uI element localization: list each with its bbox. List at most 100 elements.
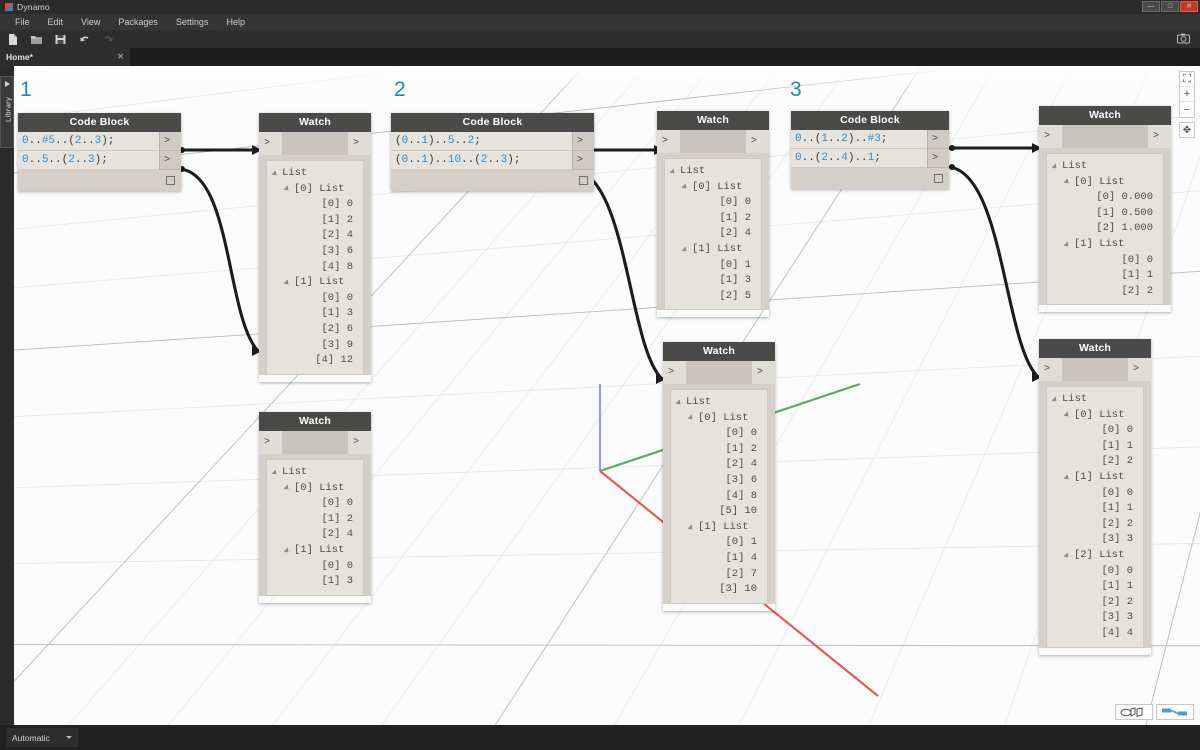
pan-tool-icon[interactable]: ✥	[1179, 122, 1195, 138]
node-watch-4[interactable]: Watch > > List [0] List [0] 0	[663, 342, 775, 611]
code-line-1[interactable]: 0..(1..2)..#3;	[791, 130, 927, 149]
expand-triangle-icon[interactable]	[283, 279, 290, 286]
chevron-down-icon[interactable]	[66, 736, 72, 739]
node-watch-6[interactable]: Watch > > List [0] List [0] 0	[1039, 339, 1151, 655]
input-port[interactable]: >	[259, 132, 282, 155]
output-port-0[interactable]: >	[927, 130, 949, 149]
tree-sublist-row[interactable]: [0] List	[1047, 408, 1139, 424]
watch-tree[interactable]: List [0] List [0] 0 [1] 2 [2] 4 [1] List…	[664, 158, 762, 310]
tree-sublist-row[interactable]: [0] List	[267, 182, 359, 198]
code-line-row[interactable]: 0..#5..(2..3); >	[18, 132, 181, 151]
menu-help[interactable]: Help	[217, 14, 254, 30]
expand-triangle-icon[interactable]	[687, 415, 694, 422]
preview-toggle-icon[interactable]	[166, 176, 175, 185]
tree-root-row[interactable]: List	[267, 166, 359, 182]
output-port-1[interactable]: >	[572, 151, 594, 170]
expand-triangle-icon[interactable]	[271, 170, 278, 177]
expand-triangle-icon[interactable]	[1063, 552, 1070, 559]
tree-sublist-row[interactable]: [1] List	[665, 242, 757, 258]
watch-tree[interactable]: List [0] List [0] 0 [1] 2 [2] 4 [3] 6 [4…	[670, 389, 768, 604]
expand-triangle-icon[interactable]	[681, 184, 688, 191]
watch-tree[interactable]: List [0] List [0] 0 [1] 2 [2] 4 [3] 6 [4…	[266, 160, 364, 375]
zoom-in-button[interactable]: +	[1180, 87, 1194, 102]
save-icon[interactable]	[54, 33, 67, 46]
expand-triangle-icon[interactable]	[1051, 396, 1058, 403]
close-icon[interactable]: ✕	[117, 52, 124, 61]
menu-file[interactable]: File	[6, 14, 39, 30]
watch-tree[interactable]: List [0] List [0] 0.000 [1] 0.500 [2] 1.…	[1046, 153, 1164, 305]
new-file-icon[interactable]	[6, 33, 19, 46]
output-port-0[interactable]: >	[159, 132, 181, 151]
expand-triangle-icon[interactable]	[283, 485, 290, 492]
tree-sublist-row[interactable]: [1] List	[1047, 237, 1159, 253]
menu-packages[interactable]: Packages	[109, 14, 167, 30]
preview-toggle-icon[interactable]	[934, 174, 943, 183]
tree-sublist-row[interactable]: [0] List	[665, 180, 757, 196]
input-port[interactable]: >	[259, 431, 282, 454]
tree-root-row[interactable]: List	[267, 465, 359, 481]
minimize-button[interactable]: —	[1142, 1, 1160, 12]
output-port[interactable]: >	[348, 431, 371, 454]
undo-icon[interactable]	[78, 33, 91, 46]
code-line-1[interactable]: 0..#5..(2..3);	[18, 132, 159, 151]
node-code-block-3[interactable]: Code Block 0..(1..2)..#3; > 0..(2..4)..1…	[791, 111, 949, 189]
watch-tree[interactable]: List [0] List [0] 0 [1] 2 [2] 4 [1] List…	[266, 459, 364, 596]
graph-canvas[interactable]: 1 2 3 Code Block 0..#5..(2..3); > 0..5..…	[0, 66, 1200, 725]
open-folder-icon[interactable]	[30, 33, 43, 46]
input-port[interactable]: >	[1039, 358, 1062, 381]
menu-settings[interactable]: Settings	[167, 14, 218, 30]
expand-triangle-icon[interactable]	[283, 547, 290, 554]
output-port[interactable]: >	[746, 130, 769, 153]
expand-triangle-icon[interactable]	[675, 399, 682, 406]
expand-triangle-icon[interactable]	[1063, 412, 1070, 419]
expand-triangle-icon[interactable]	[1063, 474, 1070, 481]
tree-root-row[interactable]: List	[1047, 392, 1139, 408]
output-port-1[interactable]: >	[927, 149, 949, 168]
expand-triangle-icon[interactable]	[271, 469, 278, 476]
code-line-1[interactable]: (0..1)..5..2;	[391, 132, 572, 151]
geometry-view-icon[interactable]	[1115, 704, 1153, 720]
code-line-row[interactable]: 0..5..(2..3); >	[18, 151, 181, 170]
output-port-1[interactable]: >	[159, 151, 181, 170]
zoom-out-button[interactable]: −	[1180, 102, 1194, 117]
code-line-row[interactable]: (0..1)..10..(2..3); >	[391, 151, 594, 170]
code-line-row[interactable]: 0..(1..2)..#3; >	[791, 130, 949, 149]
node-watch-1[interactable]: Watch > > List [0] List [0] 0	[259, 113, 371, 382]
tree-sublist-row[interactable]: [0] List	[671, 411, 763, 427]
node-code-block-1[interactable]: Code Block 0..#5..(2..3); > 0..5..(2..3)…	[18, 113, 181, 191]
run-mode-select[interactable]: Automatic	[6, 728, 78, 747]
node-watch-5[interactable]: Watch > > List [0] List [0] 0.0	[1039, 106, 1171, 312]
fit-to-screen-icon[interactable]: ⛶	[1180, 72, 1194, 87]
tree-sublist-row[interactable]: [0] List	[1047, 175, 1159, 191]
tree-root-row[interactable]: List	[671, 395, 763, 411]
library-tab[interactable]: Library	[0, 76, 14, 148]
output-port[interactable]: >	[752, 361, 775, 384]
node-watch-3[interactable]: Watch > > List [0] List [0] 0	[657, 111, 769, 317]
output-port[interactable]: >	[348, 132, 371, 155]
expand-triangle-icon[interactable]	[669, 168, 676, 175]
code-line-2[interactable]: 0..(2..4)..1;	[791, 149, 927, 168]
menu-view[interactable]: View	[72, 14, 109, 30]
graph-view-icon[interactable]	[1156, 704, 1194, 720]
tree-root-row[interactable]: List	[665, 164, 757, 180]
expand-triangle-icon[interactable]	[681, 246, 688, 253]
output-port[interactable]: >	[1148, 125, 1171, 148]
tree-root-row[interactable]: List	[1047, 159, 1159, 175]
tree-sublist-row[interactable]: [1] List	[267, 275, 359, 291]
input-port[interactable]: >	[657, 130, 680, 153]
expand-triangle-icon[interactable]	[1051, 163, 1058, 170]
code-line-2[interactable]: (0..1)..10..(2..3);	[391, 151, 572, 170]
close-button[interactable]: ✕	[1180, 1, 1198, 12]
expand-triangle-icon[interactable]	[1063, 179, 1070, 186]
tree-sublist-row[interactable]: [0] List	[267, 481, 359, 497]
code-line-2[interactable]: 0..5..(2..3);	[18, 151, 159, 170]
input-port[interactable]: >	[663, 361, 686, 384]
node-watch-2[interactable]: Watch > > List [0] List [0] 0	[259, 412, 371, 603]
code-line-row[interactable]: 0..(2..4)..1; >	[791, 149, 949, 168]
expand-triangle-icon[interactable]	[283, 186, 290, 193]
tree-sublist-row[interactable]: [1] List	[1047, 470, 1139, 486]
node-code-block-2[interactable]: Code Block (0..1)..5..2; > (0..1)..10..(…	[391, 113, 594, 191]
output-port[interactable]: >	[1128, 358, 1151, 381]
output-port-0[interactable]: >	[572, 132, 594, 151]
preview-toggle-icon[interactable]	[579, 176, 588, 185]
